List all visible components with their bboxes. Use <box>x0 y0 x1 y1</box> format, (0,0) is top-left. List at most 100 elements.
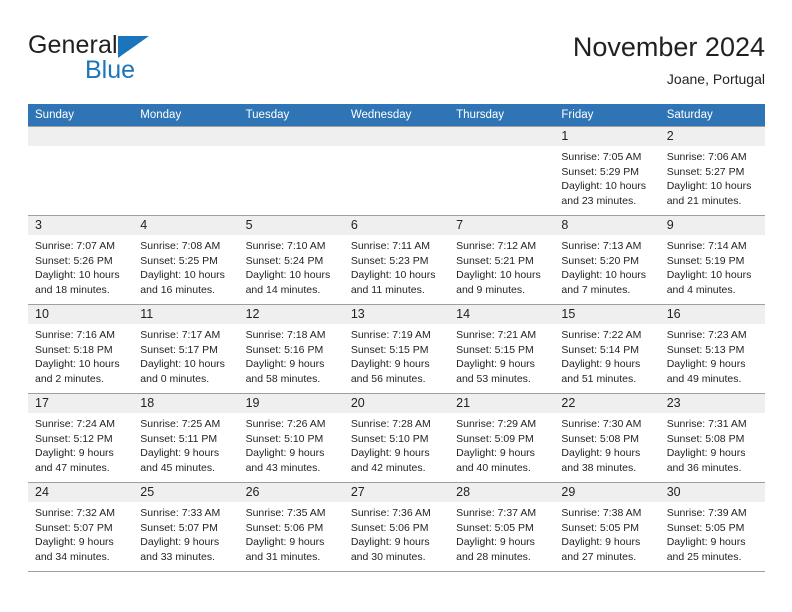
calendar-day-cell[interactable]: 27 Sunrise: 7:36 AM Sunset: 5:06 PM Dayligh… <box>343 482 450 572</box>
sunset-time: Sunset: 5:26 PM <box>35 254 113 267</box>
sunrise-time: Sunrise: 7:33 AM <box>140 507 221 519</box>
calendar-day-cell[interactable]: 15 Sunrise: 7:22 AM Sunset: 5:14 PM Dayligh… <box>554 304 660 394</box>
calendar-day-cell[interactable]: 1 Sunrise: 7:05 AM Sunset: 5:29 PM Daylight… <box>554 126 660 216</box>
daylight-duration-line2: and 53 minutes. <box>456 372 531 385</box>
sunset-time: Sunset: 5:25 PM <box>140 254 218 267</box>
sunset-time: Sunset: 5:16 PM <box>245 343 324 356</box>
sunset-time: Sunset: 5:12 PM <box>35 432 113 445</box>
calendar-day-cell[interactable]: 16 Sunrise: 7:23 AM Sunset: 5:13 PM Dayligh… <box>659 304 765 394</box>
daylight-duration-line1: Daylight: 10 hours <box>245 269 331 281</box>
daylight-duration-line2: and 58 minutes. <box>245 372 321 385</box>
daylight-duration-line2: and 31 minutes. <box>245 550 321 563</box>
sunrise-time: Sunrise: 7:08 AM <box>140 240 221 252</box>
sunrise-time: Sunrise: 7:23 AM <box>666 329 747 341</box>
daylight-duration-line2: and 43 minutes. <box>245 461 321 474</box>
day-number: 4 <box>133 216 239 235</box>
daylight-duration-line2: and 34 minutes. <box>35 550 110 563</box>
daylight-duration-line2: and 2 minutes. <box>35 372 104 385</box>
day-number: 17 <box>28 394 134 413</box>
daylight-duration-line2: and 23 minutes. <box>561 194 637 207</box>
sunrise-time: Sunrise: 7:35 AM <box>245 507 326 519</box>
calendar-day-cell[interactable]: 24 Sunrise: 7:32 AM Sunset: 5:07 PM Dayligh… <box>28 482 134 572</box>
daylight-duration-line2: and 33 minutes. <box>140 550 215 563</box>
calendar-day-cell[interactable]: 29 Sunrise: 7:38 AM Sunset: 5:05 PM Dayligh… <box>554 482 660 572</box>
sunrise-time: Sunrise: 7:29 AM <box>456 418 537 430</box>
calendar-day-cell[interactable]: 28 Sunrise: 7:37 AM Sunset: 5:05 PM Dayligh… <box>449 482 555 572</box>
sunrise-time: Sunrise: 7:36 AM <box>350 507 431 519</box>
day-number: 10 <box>28 305 134 324</box>
daylight-duration-line1: Daylight: 9 hours <box>350 358 430 370</box>
daylight-duration-line1: Daylight: 10 hours <box>456 269 541 281</box>
day-number: 30 <box>659 483 765 502</box>
calendar-day-cell[interactable]: 8 Sunrise: 7:13 AM Sunset: 5:20 PM Daylight… <box>554 215 660 305</box>
calendar-week-row: 3 Sunrise: 7:07 AM Sunset: 5:26 PM Daylight… <box>28 215 765 305</box>
calendar-day-cell[interactable]: 5 Sunrise: 7:10 AM Sunset: 5:24 PM Daylight… <box>238 215 344 305</box>
daylight-duration-line2: and 7 minutes. <box>561 283 631 296</box>
sunrise-time: Sunrise: 7:07 AM <box>35 240 115 252</box>
daylight-duration-line2: and 51 minutes. <box>561 372 637 385</box>
calendar-day-cell[interactable]: 18 Sunrise: 7:25 AM Sunset: 5:11 PM Dayligh… <box>133 393 239 483</box>
calendar-day-cell[interactable]: 20 Sunrise: 7:28 AM Sunset: 5:10 PM Dayligh… <box>343 393 450 483</box>
sunrise-time: Sunrise: 7:12 AM <box>456 240 537 252</box>
calendar-day-cell[interactable]: 10 Sunrise: 7:16 AM Sunset: 5:18 PM Dayligh… <box>28 304 134 394</box>
daylight-duration-line2: and 21 minutes. <box>666 194 742 207</box>
calendar-day-cell[interactable]: 4 Sunrise: 7:08 AM Sunset: 5:25 PM Daylight… <box>133 215 239 305</box>
daylight-duration-line1: Daylight: 9 hours <box>456 447 535 459</box>
calendar-day-cell[interactable]: 7 Sunrise: 7:12 AM Sunset: 5:21 PM Daylight… <box>449 215 555 305</box>
sunrise-time: Sunrise: 7:11 AM <box>350 240 431 252</box>
calendar-day-cell[interactable]: 23 Sunrise: 7:31 AM Sunset: 5:08 PM Dayligh… <box>659 393 765 483</box>
day-details: Sunrise: 7:25 AM Sunset: 5:11 PM Daylight:… <box>133 413 238 475</box>
calendar-day-cell[interactable]: 26 Sunrise: 7:35 AM Sunset: 5:06 PM Dayligh… <box>238 482 344 572</box>
calendar-day-cell[interactable]: 13 Sunrise: 7:19 AM Sunset: 5:15 PM Dayligh… <box>343 304 450 394</box>
daylight-duration-line1: Daylight: 10 hours <box>350 269 436 281</box>
day-details: Sunrise: 7:38 AM Sunset: 5:05 PM Daylight:… <box>554 502 659 564</box>
day-number: 23 <box>659 394 765 413</box>
calendar-day-cell[interactable]: 19 Sunrise: 7:26 AM Sunset: 5:10 PM Dayligh… <box>238 393 344 483</box>
daylight-duration-line2: and 45 minutes. <box>140 461 215 474</box>
sunrise-time: Sunrise: 7:06 AM <box>666 151 747 163</box>
sunset-time: Sunset: 5:09 PM <box>456 432 534 445</box>
calendar-cell-empty <box>28 126 134 216</box>
sunset-time: Sunset: 5:05 PM <box>456 521 534 534</box>
brand-logo[interactable]: General Blue <box>28 30 288 83</box>
sunset-time: Sunset: 5:10 PM <box>350 432 429 445</box>
day-details: Sunrise: 7:11 AM Sunset: 5:23 PM Daylight:… <box>344 235 449 297</box>
day-number: 7 <box>449 216 555 235</box>
sunrise-time: Sunrise: 7:19 AM <box>350 329 431 341</box>
daylight-duration-line2: and 36 minutes. <box>666 461 742 474</box>
calendar-day-cell[interactable]: 2 Sunrise: 7:06 AM Sunset: 5:27 PM Daylight… <box>659 126 765 216</box>
sunrise-time: Sunrise: 7:31 AM <box>666 418 747 430</box>
calendar-day-cell[interactable]: 9 Sunrise: 7:14 AM Sunset: 5:19 PM Daylight… <box>659 215 765 305</box>
calendar-container: Sunday Monday Tuesday Wednesday Thursday Frid… <box>28 104 765 572</box>
title-block: November 2024 Joane, Portugal <box>573 30 765 90</box>
daylight-duration-line1: Daylight: 10 hours <box>35 269 120 281</box>
day-number <box>238 127 344 146</box>
sunset-time: Sunset: 5:21 PM <box>456 254 534 267</box>
day-number: 16 <box>659 305 765 324</box>
sunrise-time: Sunrise: 7:26 AM <box>245 418 326 430</box>
daylight-duration-line1: Daylight: 9 hours <box>35 536 114 548</box>
calendar-day-cell[interactable]: 17 Sunrise: 7:24 AM Sunset: 5:12 PM Dayligh… <box>28 393 134 483</box>
calendar-day-cell[interactable]: 3 Sunrise: 7:07 AM Sunset: 5:26 PM Daylight… <box>28 215 134 305</box>
day-details: Sunrise: 7:16 AM Sunset: 5:18 PM Daylight:… <box>28 324 133 386</box>
daylight-duration-line2: and 56 minutes. <box>350 372 426 385</box>
calendar-day-cell[interactable]: 25 Sunrise: 7:33 AM Sunset: 5:07 PM Dayligh… <box>133 482 239 572</box>
daylight-duration-line1: Daylight: 10 hours <box>35 358 120 370</box>
sunrise-time: Sunrise: 7:38 AM <box>561 507 642 519</box>
day-details: Sunrise: 7:33 AM Sunset: 5:07 PM Daylight:… <box>133 502 238 564</box>
calendar-day-cell[interactable]: 22 Sunrise: 7:30 AM Sunset: 5:08 PM Dayligh… <box>554 393 660 483</box>
daylight-duration-line2: and 30 minutes. <box>350 550 426 563</box>
calendar-day-cell[interactable]: 12 Sunrise: 7:18 AM Sunset: 5:16 PM Dayligh… <box>238 304 344 394</box>
brand-name-general: General <box>28 31 118 59</box>
daylight-duration-line2: and 47 minutes. <box>35 461 110 474</box>
sunrise-time: Sunrise: 7:25 AM <box>140 418 221 430</box>
daylight-duration-line1: Daylight: 9 hours <box>350 536 430 548</box>
daylight-duration-line2: and 42 minutes. <box>350 461 426 474</box>
calendar-day-cell[interactable]: 21 Sunrise: 7:29 AM Sunset: 5:09 PM Dayligh… <box>449 393 555 483</box>
day-number: 26 <box>238 483 344 502</box>
calendar-day-cell[interactable]: 14 Sunrise: 7:21 AM Sunset: 5:15 PM Dayligh… <box>449 304 555 394</box>
calendar-day-cell[interactable]: 30 Sunrise: 7:39 AM Sunset: 5:05 PM Dayligh… <box>659 482 765 572</box>
daylight-duration-line1: Daylight: 9 hours <box>666 447 746 459</box>
calendar-day-cell[interactable]: 6 Sunrise: 7:11 AM Sunset: 5:23 PM Daylight… <box>343 215 450 305</box>
calendar-day-cell[interactable]: 11 Sunrise: 7:17 AM Sunset: 5:17 PM Dayligh… <box>133 304 239 394</box>
